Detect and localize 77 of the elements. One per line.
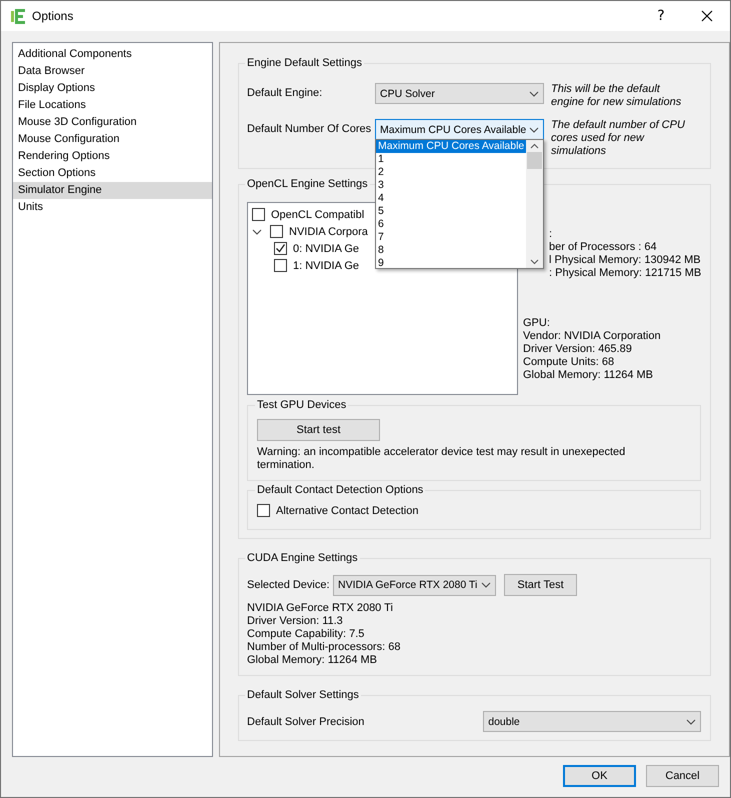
tree-item-label[interactable]: OpenCL Compatibl [271, 208, 364, 220]
checkbox-label[interactable]: Alternative Contact Detection [276, 504, 418, 516]
info-line: GPU: [523, 317, 551, 330]
group-title: Engine Default Settings [246, 57, 363, 69]
start-test-button[interactable]: Start test [257, 419, 380, 441]
info-line: Number of Multi-processors: 68 [247, 641, 402, 654]
hint-text: The default number of CPU cores used for new simulations [551, 119, 686, 158]
group-title: Default Contact Detection Options [256, 484, 424, 496]
dropdown-option[interactable]: 5 [376, 205, 526, 218]
chevron-icon [252, 228, 262, 234]
dropdown-option[interactable]: 4 [376, 192, 526, 205]
warning-text: Warning: an incompatible accelerator device test may result in unexepected termination. [257, 446, 626, 472]
dropdown[interactable]: NVIDIA GeForce RTX 2080 Ti [333, 574, 496, 596]
checkbox[interactable] [274, 259, 287, 272]
info-line: Global Memory: 11264 MB [523, 369, 654, 382]
tree-item-label[interactable]: 0: NVIDIA Ge [293, 242, 360, 254]
expand-toggle[interactable] [252, 228, 264, 234]
dropdown[interactable]: double [483, 711, 702, 732]
app-logo-icon [11, 8, 25, 24]
scrollbar[interactable] [526, 140, 543, 268]
chevron-icon [529, 126, 540, 132]
help-button[interactable]: ? [638, 1, 684, 31]
checkbox[interactable] [257, 504, 270, 517]
dropdown[interactable]: CPU Solver [375, 83, 544, 104]
field-label: Default Number Of Cores [247, 122, 372, 135]
category-item[interactable]: Display Options [13, 80, 212, 97]
category-item[interactable]: Additional Components [13, 46, 212, 63]
category-item[interactable]: Rendering Options [13, 148, 212, 165]
tree-item-label[interactable]: 1: NVIDIA Ge [293, 260, 360, 272]
checkbox[interactable] [274, 242, 287, 255]
group-title: CUDA Engine Settings [246, 552, 359, 564]
window-title: Options [32, 9, 74, 23]
info-line: Driver Version: 465.89 [523, 343, 633, 356]
info-line: : [549, 228, 554, 241]
dropdown-option[interactable]: 9 [376, 257, 526, 268]
category-item[interactable]: Mouse Configuration [13, 131, 212, 148]
dropdown-option[interactable]: 7 [376, 231, 526, 244]
scroll-thumb[interactable] [527, 152, 542, 169]
chevron-icon [686, 718, 696, 724]
hint-text: This will be the default engine for new simulations [551, 83, 682, 109]
dropdown-option[interactable]: 3 [376, 179, 526, 192]
info-line: Compute Capability: 7.5 [247, 628, 366, 641]
dropdown-option[interactable]: Maximum CPU Cores Available [376, 140, 526, 153]
field-label: Default Engine: [247, 86, 324, 99]
field-label: Default Solver Precision [247, 716, 364, 728]
dialog-button[interactable]: Cancel [646, 765, 719, 787]
checkbox[interactable] [252, 208, 265, 221]
field-label: Selected Device: [247, 579, 331, 591]
category-item[interactable]: Units [13, 199, 212, 216]
category-item[interactable]: Data Browser [13, 63, 212, 80]
category-item[interactable]: File Locations [13, 97, 212, 114]
checkbox[interactable] [270, 225, 283, 238]
category-item[interactable]: Simulator Engine [13, 182, 212, 199]
group-title: Default Solver Settings [246, 689, 360, 701]
info-line: : Physical Memory: 121715 MB [549, 267, 702, 280]
chevron-icon [481, 582, 491, 588]
dialog-button[interactable]: OK [563, 765, 636, 787]
group-title: OpenCL Engine Settings [246, 178, 369, 190]
start-test-button[interactable]: Start Test [504, 574, 577, 596]
info-line: l Physical Memory: 130942 MB [549, 254, 702, 267]
dropdown[interactable]: Maximum CPU Cores Available [375, 119, 544, 140]
info-line: Driver Version: 11.3 [247, 615, 344, 628]
close-icon [701, 10, 713, 22]
info-line: Global Memory: 11264 MB [247, 654, 378, 667]
info-line: NVIDIA GeForce RTX 2080 Ti [247, 602, 394, 615]
info-line: ber of Processors : 64 [549, 241, 658, 254]
dropdown-option[interactable]: 1 [376, 153, 526, 166]
info-line: Vendor: NVIDIA Corporation [523, 330, 662, 343]
tree-item-label[interactable]: NVIDIA Corpora [289, 226, 368, 238]
group-title: Test GPU Devices [256, 399, 348, 411]
dropdown-option[interactable]: 2 [376, 166, 526, 179]
dropdown-option[interactable]: 6 [376, 218, 526, 231]
chevron-icon [529, 90, 539, 96]
category-item[interactable]: Section Options [13, 165, 212, 182]
info-line: Compute Units: 68 [523, 356, 616, 369]
category-item[interactable]: Mouse 3D Configuration [13, 114, 212, 131]
dropdown-option[interactable]: 8 [376, 244, 526, 257]
